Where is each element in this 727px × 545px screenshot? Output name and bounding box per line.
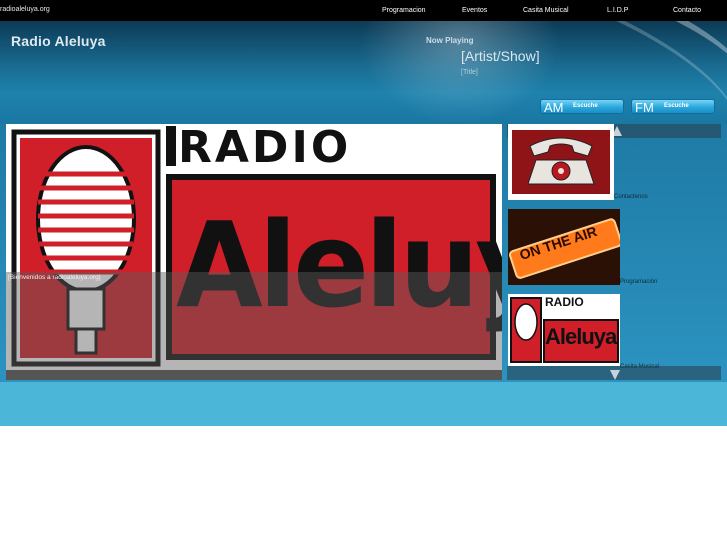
fm-listen-button[interactable]: FM Escuche xyxy=(631,99,715,115)
page: radioaleluya.org Programacion Eventos Ca… xyxy=(0,0,727,545)
footer-band xyxy=(0,382,727,426)
am-listen-label: Escuche xyxy=(573,103,598,109)
thumbnail-casita-musical[interactable]: RADIO Aleluya xyxy=(508,294,620,366)
nav-item-contacto[interactable]: Contacto xyxy=(673,7,701,14)
now-playing-label: Now Playing xyxy=(426,36,474,45)
scroll-down-arrow-icon[interactable] xyxy=(610,370,620,380)
nav-item-programacion[interactable]: Programacion xyxy=(382,7,426,14)
thumbnail-carousel: Contactenos ON THE AIR Programación RADI… xyxy=(507,124,721,380)
now-playing-title: [Title] xyxy=(461,69,478,76)
thumbnail-label-programacion[interactable]: Programación xyxy=(620,279,657,285)
mini-logo-aleluya-text: Aleluya xyxy=(545,324,617,349)
header-banner: Radio Aleluya Now Playing [Artist/Show] … xyxy=(0,21,727,124)
fm-band-label: FM xyxy=(635,100,654,115)
fm-listen-label: Escuche xyxy=(664,103,689,109)
slide-caption: [Bienvenidos a radioaleluya.org] xyxy=(8,274,101,281)
thumbnail-contactenos[interactable] xyxy=(508,124,614,200)
site-title[interactable]: Radio Aleluya xyxy=(11,33,106,49)
slide-bottom-bar xyxy=(6,370,502,380)
nav-item-lidp[interactable]: L.I.D.P xyxy=(607,7,628,14)
content-area: RADIO Aleluya [Bienvenidos a radioaleluy… xyxy=(0,124,727,382)
thumbnail-label-contactenos[interactable]: Contactenos xyxy=(614,194,648,200)
telephone-icon xyxy=(512,130,610,194)
site-domain[interactable]: radioaleluya.org xyxy=(0,6,50,13)
now-playing-artist: [Artist/Show] xyxy=(461,48,540,64)
top-nav-bar: radioaleluya.org Programacion Eventos Ca… xyxy=(0,0,727,21)
thumbnail-programacion[interactable]: ON THE AIR xyxy=(508,209,620,285)
featured-slideshow[interactable]: RADIO Aleluya [Bienvenidos a radioaleluy… xyxy=(6,124,502,380)
mini-logo-radio-text: RADIO xyxy=(545,295,584,309)
nav-item-eventos[interactable]: Eventos xyxy=(462,7,487,14)
am-band-label: AM xyxy=(544,100,564,115)
nav-item-casita-musical[interactable]: Casita Musical xyxy=(523,7,569,14)
logo-radio-text: RADIO xyxy=(178,124,352,173)
am-listen-button[interactable]: AM Escuche xyxy=(540,99,624,115)
slide-caption-overlay xyxy=(6,272,502,370)
